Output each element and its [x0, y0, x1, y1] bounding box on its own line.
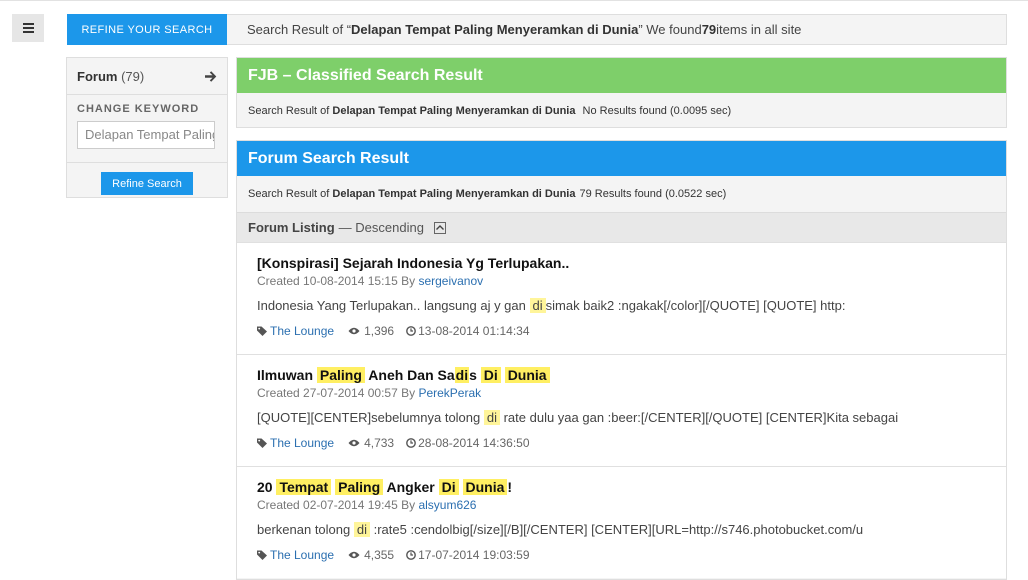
snippet-text: :rate5 :cendolbig[/size][/B][/CENTER] [C…	[369, 522, 864, 537]
hamburger-icon	[22, 23, 34, 33]
snippet-text: simak baik2 :ngakak[/color][/QUOTE] [QUO…	[545, 298, 846, 313]
eye-icon	[348, 439, 360, 447]
clock-icon	[406, 326, 416, 336]
summary-count: 79	[701, 22, 717, 37]
list-item: [Konspirasi] Sejarah Indonesia Yg Terlup…	[237, 242, 1006, 354]
snippet-text: Indonesia Yang Terlupakan.. langsung aj …	[257, 298, 530, 313]
thread-footer: The Lounge 4,355 17-07-2014 19:03:59	[257, 546, 1006, 564]
summary-query: Delapan Tempat Paling Menyeramkan di Dun…	[351, 22, 639, 37]
clock-icon	[406, 438, 416, 448]
top-divider	[0, 0, 1028, 1]
search-summary: Search Result of “Delapan Tempat Paling …	[227, 14, 1007, 45]
thread-author[interactable]: alsyum626	[418, 498, 476, 512]
fjb-results-summary: Search Result of Delapan Tempat Paling M…	[237, 93, 1006, 129]
title-text: Angker	[383, 479, 439, 495]
thread-snippet: Indonesia Yang Terlupakan.. langsung aj …	[257, 296, 1006, 316]
title-text: s	[469, 367, 481, 383]
title-highlight: di	[454, 367, 470, 383]
summary-suffix: items in all site	[716, 22, 802, 37]
change-keyword-label: CHANGE KEYWORD	[77, 103, 200, 115]
thread-created: Created 27-07-2014 00:57 By	[257, 386, 419, 400]
sidebar: Forum (79) CHANGE KEYWORD Delapan Tempat…	[66, 57, 228, 198]
thread-views: 1,396	[364, 324, 395, 338]
snippet-text: rate dulu yaa gan :beer:[/CENTER][/QUOTE…	[499, 410, 899, 425]
thread-views: 4,733	[364, 436, 395, 450]
title-highlight: Tempat	[276, 479, 332, 495]
tag-icon	[257, 438, 267, 448]
keyword-input[interactable]: Delapan Tempat Paling Menyeramkan di Dun…	[77, 121, 215, 149]
thread-category[interactable]: The Lounge	[270, 434, 334, 452]
thread-author[interactable]: sergeivanov	[418, 274, 483, 288]
title-highlight: Dunia	[462, 479, 508, 495]
thread-footer: The Lounge 4,733 28-08-2014 14:36:50	[257, 434, 1006, 452]
summary-mid: ” We found	[638, 22, 702, 37]
forum-results-section: Forum Search Result Search Result of Del…	[236, 140, 1007, 580]
arrow-right-icon	[205, 70, 217, 82]
thread-category[interactable]: The Lounge	[270, 322, 334, 340]
thread-created: Created 10-08-2014 15:15 By	[257, 274, 419, 288]
thread-footer: The Lounge 1,396 13-08-2014 01:14:34	[257, 322, 1006, 340]
thread-views: 4,355	[364, 548, 395, 562]
thread-meta: Created 10-08-2014 15:15 By sergeivanov	[257, 273, 1006, 289]
forum-filter-label: Forum	[77, 68, 118, 84]
title-text	[459, 479, 463, 495]
forum-listing-header: Forum Listing — Descending	[237, 212, 1006, 242]
title-text: 20	[257, 479, 277, 495]
fjb-summary-result: No Results found (0.0095 sec)	[582, 105, 732, 117]
thread-last-post-date: 17-07-2014 19:03:59	[418, 548, 530, 562]
clock-icon	[406, 550, 416, 560]
snippet-text: berkenan tolong	[257, 522, 354, 537]
thread-meta: Created 02-07-2014 19:45 By alsyum626	[257, 497, 1006, 513]
tag-icon	[257, 326, 267, 336]
thread-last-post-date: 13-08-2014 01:14:34	[418, 324, 530, 338]
snippet-highlight: di	[483, 410, 500, 425]
snippet-highlight: di	[353, 522, 370, 537]
fjb-summary-query: Delapan Tempat Paling Menyeramkan di Dun…	[332, 105, 576, 117]
title-highlight: Di	[480, 367, 501, 383]
snippet-text: [QUOTE][CENTER]sebelumnya tolong	[257, 410, 484, 425]
title-highlight: Paling	[316, 367, 365, 383]
title-text: !	[507, 479, 513, 495]
forum-listing-order: — Descending	[338, 220, 424, 235]
thread-snippet: berkenan tolong di :rate5 :cendolbig[/si…	[257, 520, 1006, 540]
thread-title[interactable]: 20 Tempat Paling Angker Di Dunia!	[257, 477, 1006, 497]
refine-search-button[interactable]: Refine Search	[101, 172, 193, 195]
fjb-summary-prefix: Search Result of	[248, 105, 330, 117]
thread-meta: Created 27-07-2014 00:57 By PerekPerak	[257, 385, 1006, 401]
forum-filter-count: (79)	[121, 68, 145, 84]
title-highlight: Dunia	[504, 367, 550, 383]
title-text: Aneh Dan Sa	[364, 367, 455, 383]
chevron-up-icon	[435, 225, 444, 230]
forum-summary-prefix: Search Result of	[248, 188, 330, 200]
title-text: Ilmuwan	[257, 367, 317, 383]
eye-icon	[348, 327, 360, 335]
thread-title[interactable]: Ilmuwan Paling Aneh Dan Sadis Di Dunia	[257, 365, 1006, 385]
refine-search-tab[interactable]: REFINE YOUR SEARCH	[67, 14, 227, 45]
list-item: Ilmuwan Paling Aneh Dan Sadis Di Dunia C…	[237, 354, 1006, 466]
list-item: 20 Tempat Paling Angker Di Dunia! Create…	[237, 466, 1006, 578]
thread-snippet: [QUOTE][CENTER]sebelumnya tolong di rate…	[257, 408, 1006, 428]
menu-button[interactable]	[12, 14, 44, 42]
title-highlight: Paling	[335, 479, 384, 495]
thread-author[interactable]: PerekPerak	[418, 386, 481, 400]
tag-icon	[257, 550, 267, 560]
forum-results-title: Forum Search Result	[237, 141, 1006, 176]
forum-results-summary: Search Result of Delapan Tempat Paling M…	[237, 176, 1006, 212]
thread-category[interactable]: The Lounge	[270, 546, 334, 564]
fjb-results-title: FJB – Classified Search Result	[237, 58, 1006, 93]
forum-listing-label: Forum Listing	[248, 220, 335, 235]
summary-prefix: Search Result of “	[247, 22, 352, 37]
sidebar-item-forum[interactable]: Forum (79)	[67, 58, 227, 95]
title-highlight: Di	[438, 479, 459, 495]
forum-summary-result: 79 Results found (0.0522 sec)	[579, 188, 727, 200]
thread-title[interactable]: [Konspirasi] Sejarah Indonesia Yg Terlup…	[257, 253, 1006, 273]
thread-last-post-date: 28-08-2014 14:36:50	[418, 436, 530, 450]
eye-icon	[348, 551, 360, 559]
sort-toggle-button[interactable]	[433, 221, 446, 234]
thread-created: Created 02-07-2014 19:45 By	[257, 498, 419, 512]
forum-summary-query: Delapan Tempat Paling Menyeramkan di Dun…	[332, 188, 576, 200]
change-keyword-section: CHANGE KEYWORD Delapan Tempat Paling Men…	[67, 95, 227, 163]
fjb-results-section: FJB – Classified Search Result Search Re…	[236, 57, 1007, 128]
snippet-highlight: di	[529, 298, 546, 313]
